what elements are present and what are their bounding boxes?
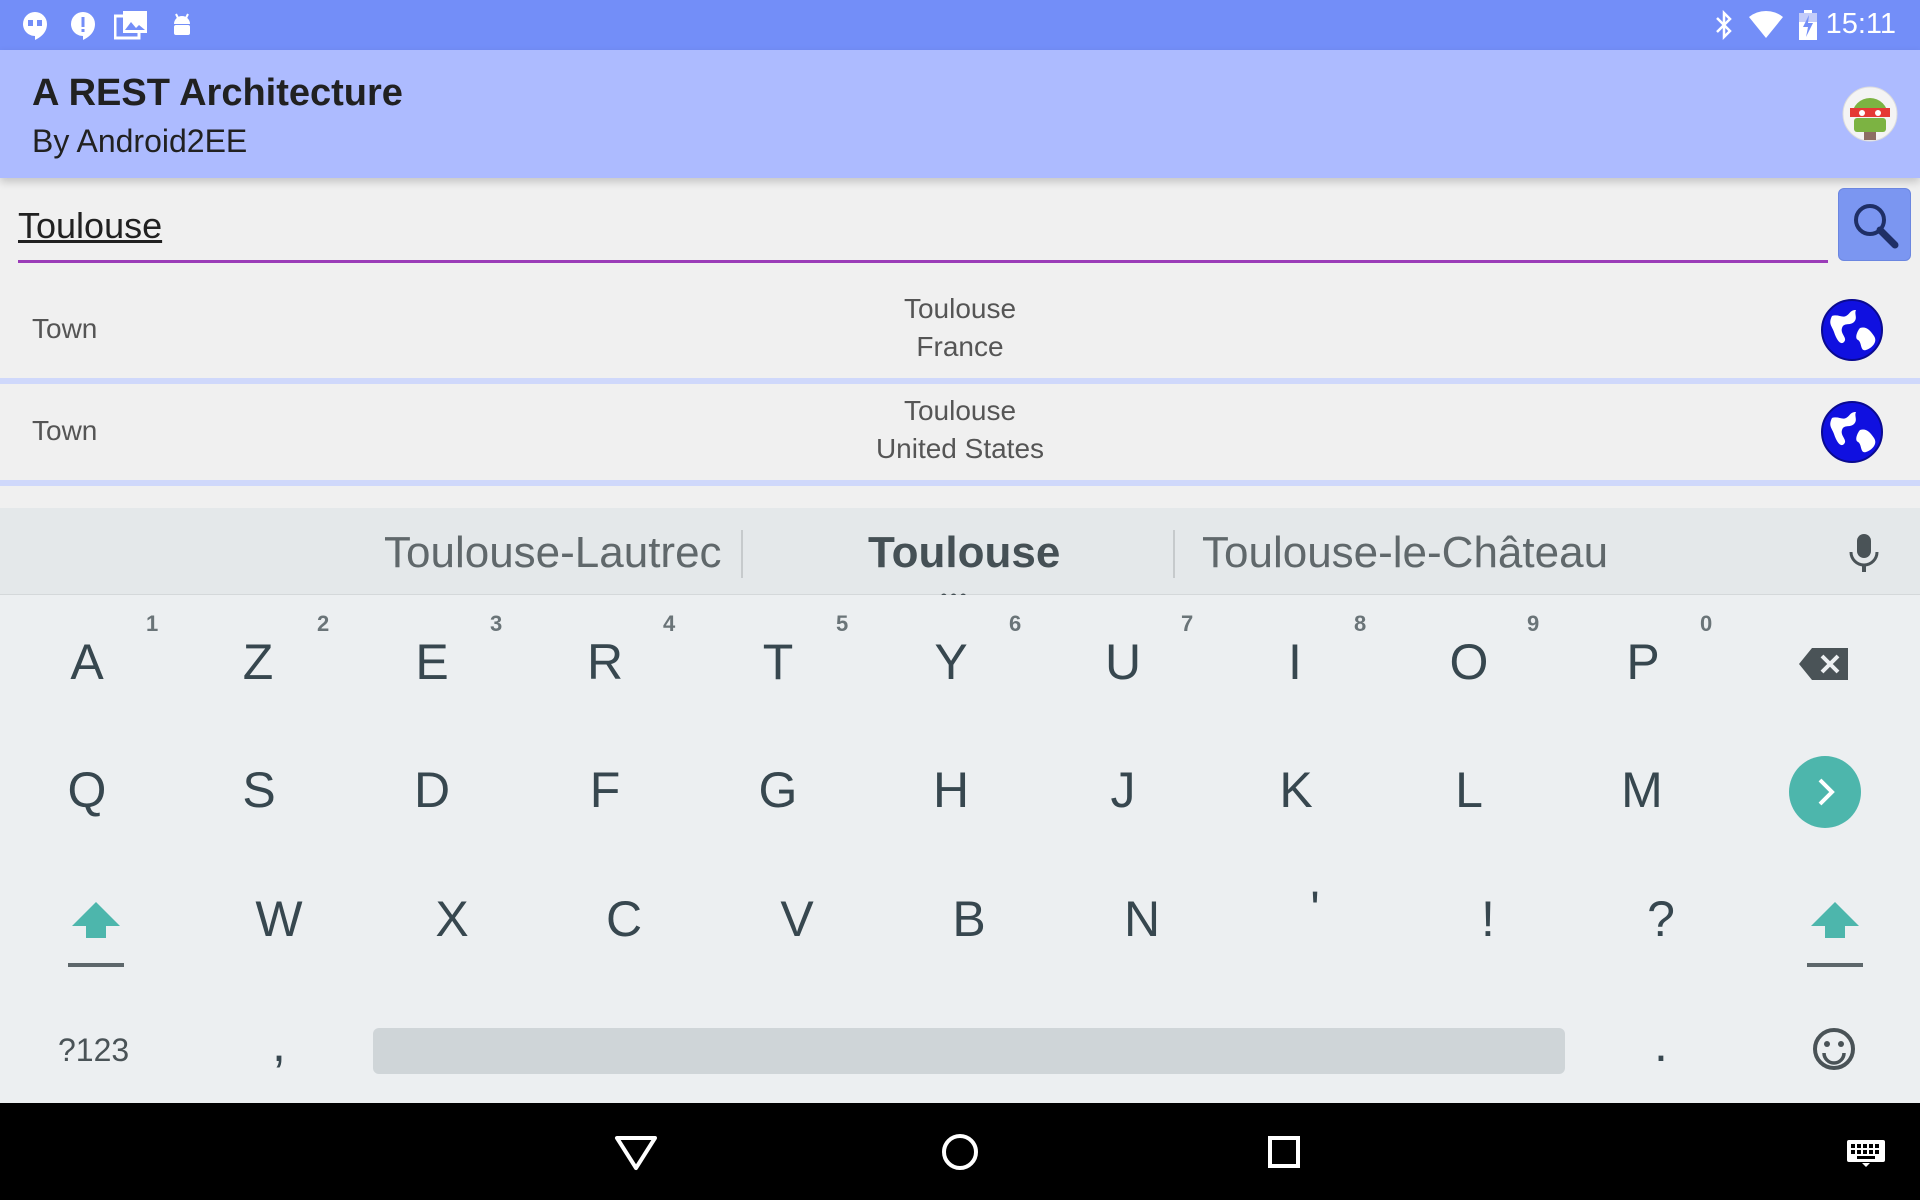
key-s[interactable]: S <box>194 761 324 819</box>
microphone-icon[interactable] <box>1846 532 1882 574</box>
result-country: France <box>916 331 1004 362</box>
shift-right-icon[interactable] <box>1807 900 1863 970</box>
android-robot-avatar-icon[interactable] <box>1842 86 1898 142</box>
key-z[interactable]: Z <box>193 633 323 691</box>
result-type: Town <box>32 313 98 344</box>
home-icon[interactable] <box>941 1133 979 1171</box>
key-hint: 8 <box>1354 611 1367 636</box>
suggestion-strip: Toulouse-Lautrec Toulouse ••• Toulouse-l… <box>0 508 1920 609</box>
key-hint: 3 <box>490 611 503 636</box>
globe-icon[interactable] <box>1820 298 1884 362</box>
back-icon[interactable] <box>614 1135 658 1171</box>
key-period[interactable]: . <box>1596 1015 1726 1073</box>
status-bar: 15:11 <box>0 0 1920 50</box>
shift-left-icon[interactable] <box>68 900 124 970</box>
key-b[interactable]: B <box>904 890 1034 948</box>
app-title: A REST Architecture <box>32 72 403 114</box>
key-comma[interactable]: , <box>214 1015 344 1073</box>
key-p[interactable]: P <box>1578 633 1708 691</box>
key-n[interactable]: N <box>1077 890 1207 948</box>
gallery-icon <box>114 11 147 40</box>
key-hint: 4 <box>663 611 676 636</box>
key-d[interactable]: D <box>367 761 497 819</box>
symbols-key[interactable]: ?123 <box>58 1032 129 1069</box>
suggestion-right[interactable]: Toulouse-le-Château <box>1202 528 1608 578</box>
backspace-icon[interactable] <box>1798 647 1850 681</box>
result-country: United States <box>875 433 1045 464</box>
key-f[interactable]: F <box>540 761 670 819</box>
app-subtitle: By Android2EE <box>32 123 248 159</box>
suggestion-divider <box>1173 530 1175 578</box>
app-bar: A REST Architecture By Android2EE <box>0 50 1920 178</box>
key-hint: 7 <box>1181 611 1194 636</box>
key-c[interactable]: C <box>559 890 689 948</box>
key-hint: 1 <box>146 611 159 636</box>
search-button[interactable] <box>1838 188 1911 261</box>
key-t[interactable]: T <box>713 633 843 691</box>
key-hint: 6 <box>1009 611 1022 636</box>
key-exclamation[interactable]: ! <box>1423 890 1553 948</box>
bluetooth-icon <box>1716 10 1732 40</box>
emoji-icon[interactable] <box>1812 1027 1856 1071</box>
hangouts-icon <box>23 12 47 40</box>
key-m[interactable]: M <box>1577 761 1707 819</box>
recents-icon[interactable] <box>1267 1135 1301 1169</box>
suggestion-divider <box>741 530 743 578</box>
android-icon <box>174 13 190 35</box>
result-row[interactable]: Town Toulouse France <box>0 282 1920 384</box>
space-bar[interactable] <box>373 1028 1565 1074</box>
key-o[interactable]: O <box>1404 633 1534 691</box>
key-y[interactable]: Y <box>886 633 1016 691</box>
key-q[interactable]: Q <box>22 761 152 819</box>
result-location: Toulouse United States <box>760 392 1160 468</box>
navigation-bar <box>0 1103 1920 1200</box>
keyboard: A Z E R T Y U I O P 1 2 3 4 5 6 7 8 9 0 … <box>0 595 1920 1103</box>
key-u[interactable]: U <box>1058 633 1188 691</box>
key-question[interactable]: ? <box>1596 890 1726 948</box>
key-w[interactable]: W <box>214 890 344 948</box>
key-l[interactable]: L <box>1404 761 1534 819</box>
key-r[interactable]: R <box>540 633 670 691</box>
key-a[interactable]: A <box>22 633 152 691</box>
result-type: Town <box>32 415 98 446</box>
search-icon <box>1854 204 1899 249</box>
search-input[interactable] <box>18 192 1828 263</box>
key-hint: 5 <box>836 611 849 636</box>
result-row[interactable]: Town Toulouse United States <box>0 384 1920 486</box>
key-hint: 9 <box>1527 611 1540 636</box>
result-name: Toulouse <box>903 395 1017 426</box>
key-hint: 0 <box>1700 611 1713 636</box>
key-apostrophe[interactable]: ' <box>1250 880 1380 938</box>
key-g[interactable]: G <box>713 761 843 819</box>
key-j[interactable]: J <box>1058 761 1188 819</box>
key-v[interactable]: V <box>732 890 862 948</box>
keyboard-switch-icon[interactable] <box>1846 1139 1886 1167</box>
result-name: Toulouse <box>903 293 1017 324</box>
battery-charging-icon <box>1799 10 1817 40</box>
enter-next-button[interactable] <box>1789 756 1861 828</box>
suggestion-left[interactable]: Toulouse-Lautrec <box>384 528 722 578</box>
key-x[interactable]: X <box>387 890 517 948</box>
key-h[interactable]: H <box>886 761 1016 819</box>
alert-icon <box>71 12 95 40</box>
key-k[interactable]: K <box>1231 761 1361 819</box>
globe-icon[interactable] <box>1820 400 1884 464</box>
wifi-icon <box>1749 10 1783 39</box>
key-e[interactable]: E <box>367 633 497 691</box>
suggestion-center[interactable]: Toulouse <box>868 528 1060 578</box>
clock: 15:11 <box>1825 8 1896 40</box>
key-i[interactable]: I <box>1230 633 1360 691</box>
result-location: Toulouse France <box>760 290 1160 366</box>
key-hint: 2 <box>317 611 330 636</box>
